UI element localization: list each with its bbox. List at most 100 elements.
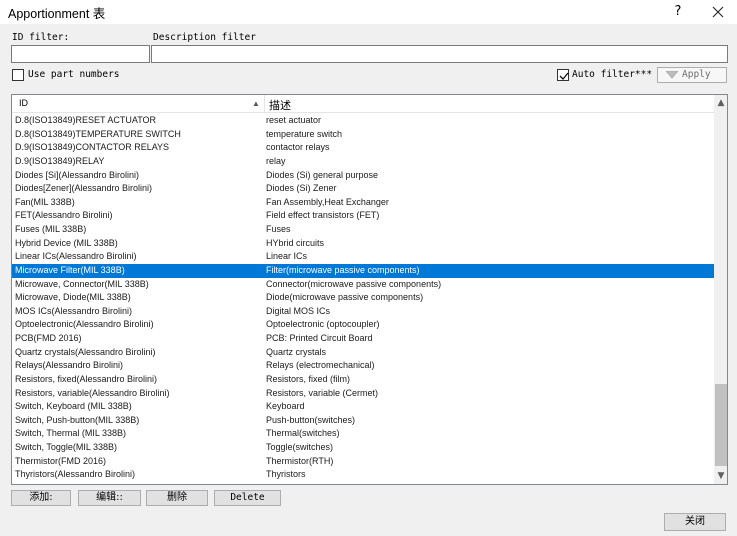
table-row[interactable]: Fuses (MIL 338B) Fuses xyxy=(12,223,714,237)
cell-description: Optoelectronic (optocoupler) xyxy=(266,319,380,330)
table-row[interactable]: Microwave Filter(MIL 338B) Filter(microwa… xyxy=(12,263,714,278)
auto-filter-checkbox[interactable] xyxy=(557,69,569,81)
cell-description: Diode(microwave passive components) xyxy=(266,292,424,303)
table-row[interactable]: Switch, Toggle(MIL 338B) Toggle(switches) xyxy=(12,441,714,455)
use-part-numbers-checkbox[interactable] xyxy=(12,69,24,81)
cell-id: Diodes [Si](Alessandro Birolini) xyxy=(15,169,140,180)
table-row[interactable]: Diodes[Zener](Alessandro Birolini) Diodes… xyxy=(12,182,714,196)
cell-description: Resistors, variable (Cermet) xyxy=(266,387,379,398)
cell-id: D.8(ISO13849)TEMPERATURE SWITCH xyxy=(15,128,181,139)
cell-description: Field effect transistors (FET) xyxy=(266,210,380,221)
table-row[interactable]: Thyristors(Alessandro Birolini) Thyristor… xyxy=(12,468,714,482)
description-filter-input[interactable] xyxy=(151,45,728,63)
table-row[interactable]: Resistors, fixed(Alessandro Birolini) Res… xyxy=(12,373,714,387)
scrollbar-thumb[interactable] xyxy=(715,384,727,466)
cell-id: Thyristors(Alessandro Birolini) xyxy=(15,469,136,480)
cell-description: temperature switch xyxy=(266,128,343,139)
edit-button[interactable]: 编辑:: xyxy=(78,490,141,506)
table-row[interactable]: Thermistor(FMD 2016) Thermistor(RTH) xyxy=(12,455,714,469)
cell-id: Switch, Keyboard (MIL 338B) xyxy=(15,401,132,412)
cell-description: Digital MOS ICs xyxy=(266,305,331,316)
table-body: D.8(ISO13849)RESET ACTUATOR reset actuato… xyxy=(12,114,714,482)
column-divider[interactable] xyxy=(264,95,265,113)
cell-id: Thermistor(FMD 2016) xyxy=(15,455,107,466)
cell-id: Switch, Push-button(MIL 338B) xyxy=(15,414,140,425)
cell-description: Fuses xyxy=(266,224,291,234)
cell-id: Hybrid Device (MIL 338B) xyxy=(15,237,118,248)
title-bar: Apportionment 表 ? xyxy=(0,0,737,24)
cell-id: D.9(ISO13849)RELAY xyxy=(15,155,105,166)
cell-description: Quartz crystals xyxy=(266,346,327,357)
column-header-id[interactable]: ID xyxy=(19,98,28,108)
table-row[interactable]: PCB(FMD 2016) PCB: Printed Circuit Board xyxy=(12,332,714,346)
table-row[interactable]: D.8(ISO13849)TEMPERATURE SWITCH temperatu… xyxy=(12,128,714,142)
cell-description: reset actuator xyxy=(266,115,322,125)
table-row[interactable]: Linear ICs(Alessandro Birolini) Linear IC… xyxy=(12,250,714,264)
cell-id: Switch, Thermal (MIL 338B) xyxy=(15,428,127,439)
add-button[interactable]: 添加: xyxy=(11,490,71,506)
table-row[interactable]: Optoelectronic(Alessandro Birolini) Optoe… xyxy=(12,318,714,332)
table-row[interactable]: MOS ICs(Alessandro Birolini) Digital MOS … xyxy=(12,305,714,319)
delete-button[interactable]: Delete xyxy=(214,490,281,506)
cell-id: Fan(MIL 338B) xyxy=(15,196,75,207)
close-button[interactable]: 关闭 xyxy=(664,513,726,531)
help-button[interactable]: ? xyxy=(668,2,688,22)
table-row[interactable]: D.8(ISO13849)RESET ACTUATOR reset actuato… xyxy=(12,114,714,128)
cell-id: MOS ICs(Alessandro Birolini) xyxy=(15,305,133,316)
table-row[interactable]: D.9(ISO13849)CONTACTOR RELAYS contactor r… xyxy=(12,141,714,155)
cell-description: Push-button(switches) xyxy=(266,414,356,425)
cell-description: contactor relays xyxy=(266,142,330,153)
close-icon[interactable] xyxy=(708,2,728,22)
cell-id: D.8(ISO13849)RESET ACTUATOR xyxy=(15,115,157,125)
cell-description: Thermal(switches) xyxy=(266,428,340,439)
window-title: Apportionment 表 xyxy=(8,7,106,21)
cell-description: Diodes (Si) general purpose xyxy=(266,169,379,180)
apply-button[interactable]: Apply xyxy=(657,67,727,83)
cell-id: Resistors, fixed(Alessandro Birolini) xyxy=(15,373,158,384)
vertical-scrollbar[interactable]: ▲ ▼ xyxy=(714,95,727,484)
table-row[interactable]: Diodes [Si](Alessandro Birolini) Diodes (… xyxy=(12,169,714,183)
table-row[interactable]: Microwave, Connector(MIL 338B) Connector(… xyxy=(12,278,714,292)
apply-arrow-icon xyxy=(665,70,679,83)
table-row[interactable]: Resistors, variable(Alessandro Birolini)… xyxy=(12,387,714,401)
table-row[interactable]: Switch, Thermal (MIL 338B) Thermal(switch… xyxy=(12,427,714,441)
table-row[interactable]: FET(Alessandro Birolini) Field effect tra… xyxy=(12,209,714,223)
scroll-down-icon[interactable]: ▼ xyxy=(714,468,727,484)
cell-id: Diodes[Zener](Alessandro Birolini) xyxy=(15,183,153,194)
cell-description: relay xyxy=(266,155,286,166)
apportionment-table[interactable]: ID ▲ 描述 D.8(ISO13849)RESET ACTUATOR reset… xyxy=(11,94,728,485)
cell-id: Relays(Alessandro Birolini) xyxy=(15,360,124,371)
cell-description: Toggle(switches) xyxy=(266,442,334,452)
cell-id: D.9(ISO13849)CONTACTOR RELAYS xyxy=(15,142,170,153)
cell-description: Keyboard xyxy=(266,401,305,412)
table-row[interactable]: Switch, Keyboard (MIL 338B) Keyboard xyxy=(12,400,714,414)
cell-description: Diodes (Si) Zener xyxy=(266,183,337,194)
id-filter-input[interactable] xyxy=(11,45,150,63)
cell-id: Linear ICs(Alessandro Birolini) xyxy=(15,251,137,262)
cell-id: Optoelectronic(Alessandro Birolini) xyxy=(15,319,154,330)
table-row[interactable]: Hybrid Device (MIL 338B) HYbrid circuits xyxy=(12,237,714,251)
cell-id: Microwave Filter(MIL 338B) xyxy=(15,264,125,275)
table-row[interactable]: Quartz crystals(Alessandro Birolini) Quar… xyxy=(12,346,714,360)
cell-id: Fuses (MIL 338B) xyxy=(15,224,87,234)
table-row[interactable]: Fan(MIL 338B) Fan Assembly,Heat Exchanger xyxy=(12,196,714,210)
cell-description: Thermistor(RTH) xyxy=(266,455,334,466)
cell-id: Resistors, variable(Alessandro Birolini) xyxy=(15,387,170,398)
column-header-description[interactable]: 描述 xyxy=(269,97,291,113)
scroll-up-icon[interactable]: ▲ xyxy=(714,95,727,111)
table-row[interactable]: Switch, Push-button(MIL 338B) Push-button… xyxy=(12,414,714,428)
cell-id: Microwave, Diode(MIL 338B) xyxy=(15,292,131,303)
table-header: ID ▲ 描述 xyxy=(12,95,714,113)
cell-id: Quartz crystals(Alessandro Birolini) xyxy=(15,346,156,357)
cell-description: Connector(microwave passive components) xyxy=(266,278,442,289)
table-row[interactable]: D.9(ISO13849)RELAY relay xyxy=(12,155,714,169)
cell-description: Fan Assembly,Heat Exchanger xyxy=(266,196,389,207)
cell-description: Thyristors xyxy=(266,469,306,480)
description-filter-label: Description filter xyxy=(153,32,256,43)
remove-button[interactable]: 删除 xyxy=(146,490,208,506)
cell-description: Filter(microwave passive components) xyxy=(266,264,420,275)
id-filter-label: ID filter: xyxy=(12,32,70,43)
table-row[interactable]: Microwave, Diode(MIL 338B) Diode(microwav… xyxy=(12,291,714,305)
table-row[interactable]: Relays(Alessandro Birolini) Relays (elect… xyxy=(12,359,714,373)
cell-description: Resistors, fixed (film) xyxy=(266,373,351,384)
